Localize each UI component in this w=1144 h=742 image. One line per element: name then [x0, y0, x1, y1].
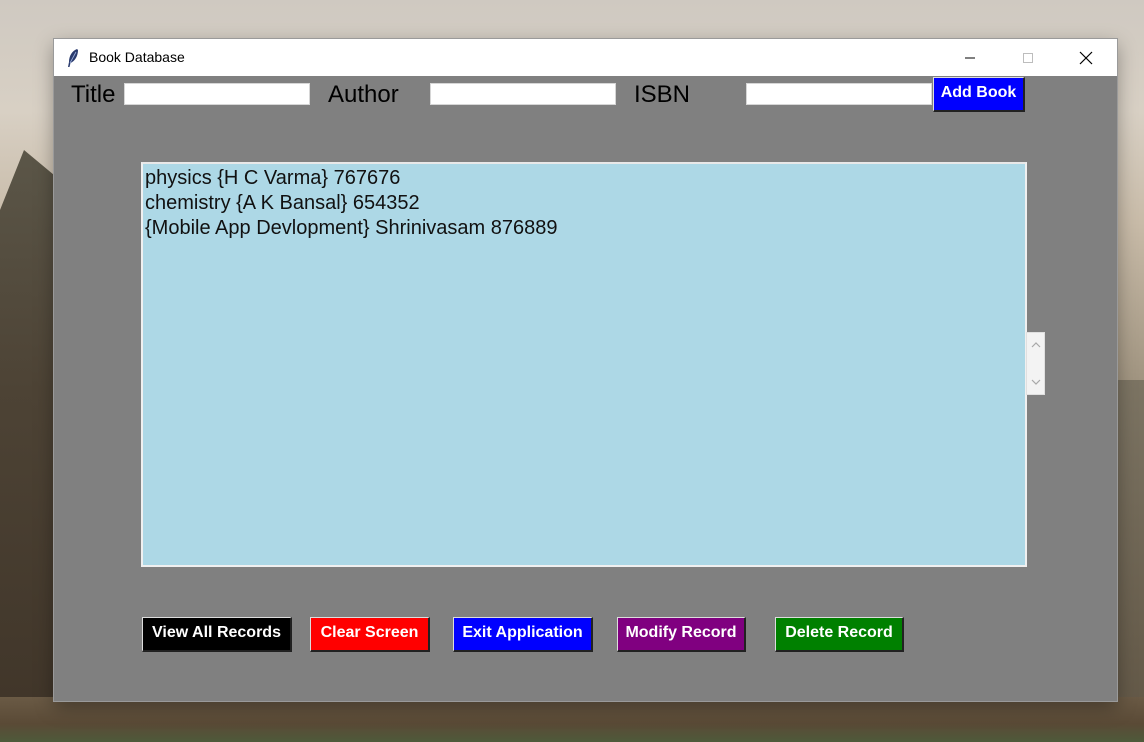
list-item[interactable]: chemistry {A K Bansal} 654352	[145, 191, 1023, 216]
add-book-button[interactable]: Add Book	[933, 77, 1025, 112]
feather-icon	[68, 49, 78, 67]
close-icon	[1079, 51, 1093, 64]
author-input[interactable]	[430, 83, 616, 105]
maximize-button[interactable]	[999, 39, 1057, 76]
author-label: Author	[328, 81, 399, 108]
chevron-down-icon	[1031, 379, 1040, 385]
desktop-background-cliff	[1114, 380, 1144, 742]
minimize-button[interactable]	[941, 39, 999, 76]
vertical-scrollbar[interactable]	[1026, 332, 1045, 395]
records-listbox[interactable]: physics {H C Varma} 767676 chemistry {A …	[141, 162, 1027, 567]
scroll-down-button[interactable]	[1027, 372, 1044, 392]
desktop-background-hill	[0, 150, 60, 742]
title-label: Title	[71, 81, 116, 108]
title-input[interactable]	[124, 83, 310, 105]
chevron-up-icon	[1031, 342, 1040, 348]
minimize-icon	[965, 57, 975, 58]
view-all-records-button[interactable]: View All Records	[142, 617, 292, 652]
desktop-background-ground	[0, 697, 1144, 742]
list-item[interactable]: {Mobile App Devlopment} Shrinivasam 8768…	[145, 216, 1023, 241]
close-button[interactable]	[1057, 39, 1115, 76]
delete-record-button[interactable]: Delete Record	[775, 617, 904, 652]
list-item[interactable]: physics {H C Varma} 767676	[145, 166, 1023, 191]
window-title: Book Database	[89, 49, 185, 65]
isbn-label: ISBN	[634, 81, 691, 108]
isbn-input[interactable]	[746, 83, 932, 105]
title-bar[interactable]: Book Database	[54, 39, 1117, 76]
clear-screen-button[interactable]: Clear Screen	[310, 617, 430, 652]
scroll-up-button[interactable]	[1027, 335, 1044, 355]
modify-record-button[interactable]: Modify Record	[617, 617, 746, 652]
app-window: Book Database Title Author ISBN Add Book…	[54, 39, 1117, 701]
maximize-icon	[1023, 52, 1033, 63]
exit-application-button[interactable]: Exit Application	[453, 617, 593, 652]
